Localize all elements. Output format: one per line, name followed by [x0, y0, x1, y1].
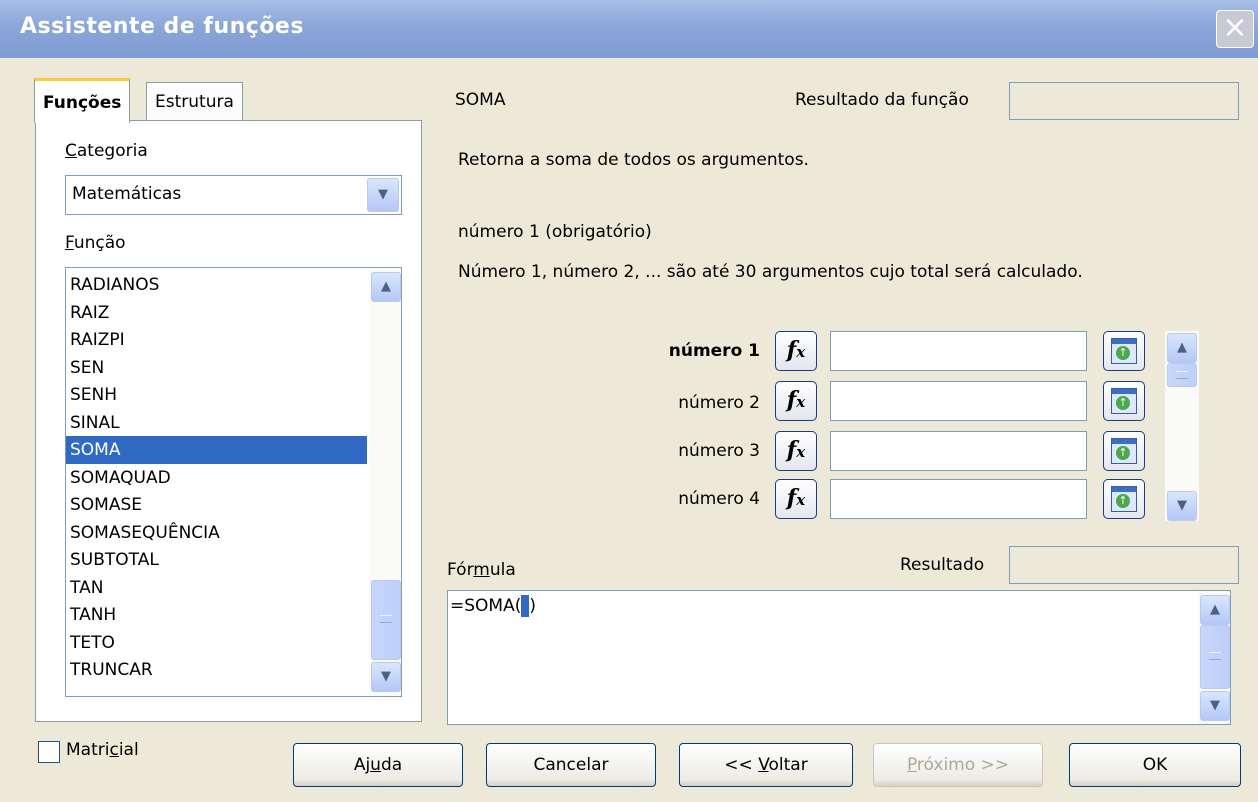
argument-input-3[interactable] [830, 431, 1087, 471]
list-item[interactable]: RAIZPI [66, 326, 367, 354]
list-item[interactable]: TAN [66, 574, 367, 602]
close-button[interactable]: × [1216, 10, 1254, 48]
shrink-icon: ↑ [1111, 338, 1137, 364]
argument-input-1[interactable] [830, 331, 1087, 371]
function-list[interactable]: RADIANOS RAIZ RAIZPI SEN SENH SINAL SOMA… [65, 267, 402, 697]
chevron-up-icon: ▲ [381, 279, 391, 294]
cancel-button[interactable]: Cancelar [486, 743, 656, 787]
list-item[interactable]: RADIANOS [66, 271, 367, 299]
shrink-icon: ↑ [1111, 486, 1137, 512]
function-list-scrollbar[interactable]: ▲ ▼ [369, 268, 401, 696]
argument-label-4: número 4 [678, 489, 760, 509]
list-item[interactable]: SOMASE [66, 491, 367, 519]
arguments-scrollbar[interactable]: ▲ ▼ [1165, 331, 1199, 521]
scroll-down-button[interactable]: ▼ [1167, 491, 1197, 521]
argument-input-4[interactable] [830, 479, 1087, 519]
category-dropdown-button[interactable]: ▼ [367, 178, 399, 212]
scroll-down-button[interactable]: ▼ [371, 662, 401, 692]
list-item[interactable]: SENH [66, 381, 367, 409]
list-item-selected[interactable]: SOMA [66, 436, 367, 464]
list-item[interactable]: SOMAQUAD [66, 464, 367, 492]
chevron-up-icon: ▲ [1177, 340, 1187, 355]
shrink-button-1[interactable]: ↑ [1103, 331, 1145, 371]
function-label-mnemonic: F [65, 233, 74, 253]
category-label-rest: ategoria [76, 141, 148, 161]
function-description: Retorna a soma de todos os argumentos. [458, 150, 809, 170]
shrink-icon: ↑ [1111, 438, 1137, 464]
list-item[interactable]: SUBTOTAL [66, 546, 367, 574]
scroll-thumb[interactable] [1200, 625, 1230, 689]
tab-estrutura[interactable]: Estrutura [146, 82, 243, 121]
chevron-down-icon: ▼ [378, 187, 388, 202]
function-label-rest: unção [73, 233, 126, 253]
chevron-down-icon: ▼ [381, 669, 391, 684]
list-item[interactable]: TANH [66, 601, 367, 629]
tab-funcoes[interactable]: Funções [34, 78, 131, 123]
result-field [1009, 546, 1239, 584]
argument-title: número 1 (obrigatório) [458, 222, 652, 242]
matricial-label: Matricial [66, 740, 139, 760]
list-item[interactable]: SINAL [66, 409, 367, 437]
argument-input-2[interactable] [830, 381, 1087, 421]
function-label: Função [65, 233, 126, 253]
scroll-up-button[interactable]: ▲ [1200, 595, 1230, 625]
category-label: Categoria [65, 141, 148, 161]
category-label-mnemonic: C [65, 141, 77, 161]
scroll-down-button[interactable]: ▼ [1200, 691, 1230, 721]
chevron-up-icon: ▲ [1210, 602, 1220, 617]
scroll-up-button[interactable]: ▲ [1167, 333, 1197, 363]
help-button[interactable]: Ajuda [293, 743, 463, 787]
back-button[interactable]: << Voltar [679, 743, 853, 787]
shrink-button-2[interactable]: ↑ [1103, 381, 1145, 421]
argument-label-3: número 3 [678, 441, 760, 461]
formula-input[interactable]: =SOMA() ▲ ▼ [447, 590, 1231, 725]
argument-label-2: número 2 [678, 393, 760, 413]
scroll-thumb[interactable] [371, 580, 401, 660]
matricial-checkbox[interactable] [38, 741, 60, 763]
result-label: Resultado [900, 555, 985, 575]
function-result-field [1009, 82, 1239, 120]
function-name: SOMA [455, 90, 506, 110]
scroll-thumb[interactable] [1167, 363, 1197, 387]
ok-button[interactable]: OK [1069, 743, 1241, 787]
list-item[interactable]: SOMASEQUÊNCIA [66, 519, 367, 547]
shrink-button-4[interactable]: ↑ [1103, 479, 1145, 519]
list-item[interactable]: TRUNCAR [66, 656, 367, 684]
scroll-grip [1209, 652, 1221, 660]
argument-description: Número 1, número 2, ... são até 30 argum… [458, 262, 1083, 282]
category-value: Matemáticas [72, 184, 182, 204]
formula-scrollbar[interactable]: ▲ ▼ [1198, 591, 1230, 724]
fx-button-1[interactable]: fx [775, 331, 817, 371]
argument-label-1: número 1 [668, 341, 760, 361]
window-title: Assistente de funções [20, 14, 304, 39]
chevron-down-icon: ▼ [1177, 498, 1187, 513]
fx-button-3[interactable]: fx [775, 431, 817, 471]
formula-text: =SOMA() [450, 595, 536, 617]
category-select[interactable]: Matemáticas ▼ [65, 175, 402, 215]
function-result-label: Resultado da função [795, 90, 969, 110]
scroll-grip [1176, 371, 1188, 379]
list-item[interactable]: TETO [66, 629, 367, 657]
fx-button-2[interactable]: fx [775, 381, 817, 421]
next-button[interactable]: Próximo >> [873, 743, 1043, 787]
scroll-up-button[interactable]: ▲ [371, 272, 401, 302]
scroll-grip [380, 615, 392, 623]
list-item[interactable]: RAIZ [66, 299, 367, 327]
shrink-icon: ↑ [1111, 388, 1137, 414]
fx-button-4[interactable]: fx [775, 479, 817, 519]
shrink-button-3[interactable]: ↑ [1103, 431, 1145, 471]
title-bar: Assistente de funções × [0, 0, 1258, 58]
formula-label: Fórmula [447, 560, 516, 580]
chevron-down-icon: ▼ [1210, 698, 1220, 713]
list-item[interactable]: SEN [66, 354, 367, 382]
